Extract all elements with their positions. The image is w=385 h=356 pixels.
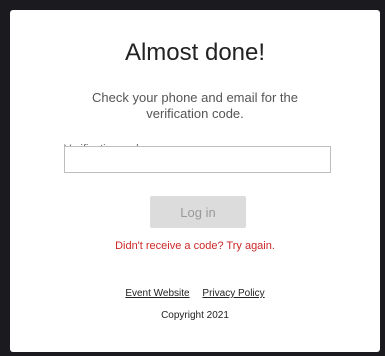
page-title: Almost done!	[124, 39, 266, 66]
copyright-text: Copyright 2021	[161, 310, 229, 321]
event-website-link[interactable]: Event Website	[125, 288, 189, 299]
footer-links: Event Website Privacy Policy	[10, 288, 380, 299]
login-button[interactable]: Log in	[150, 196, 246, 228]
login-card: Almost done! Check your phone and email …	[10, 10, 380, 352]
verification-code-input[interactable]	[64, 146, 331, 173]
resend-code-link[interactable]: Didn't receive a code? Try again.	[10, 240, 380, 252]
page-subtitle: Check your phone and email for the verif…	[92, 90, 298, 121]
privacy-policy-link[interactable]: Privacy Policy	[202, 288, 264, 299]
